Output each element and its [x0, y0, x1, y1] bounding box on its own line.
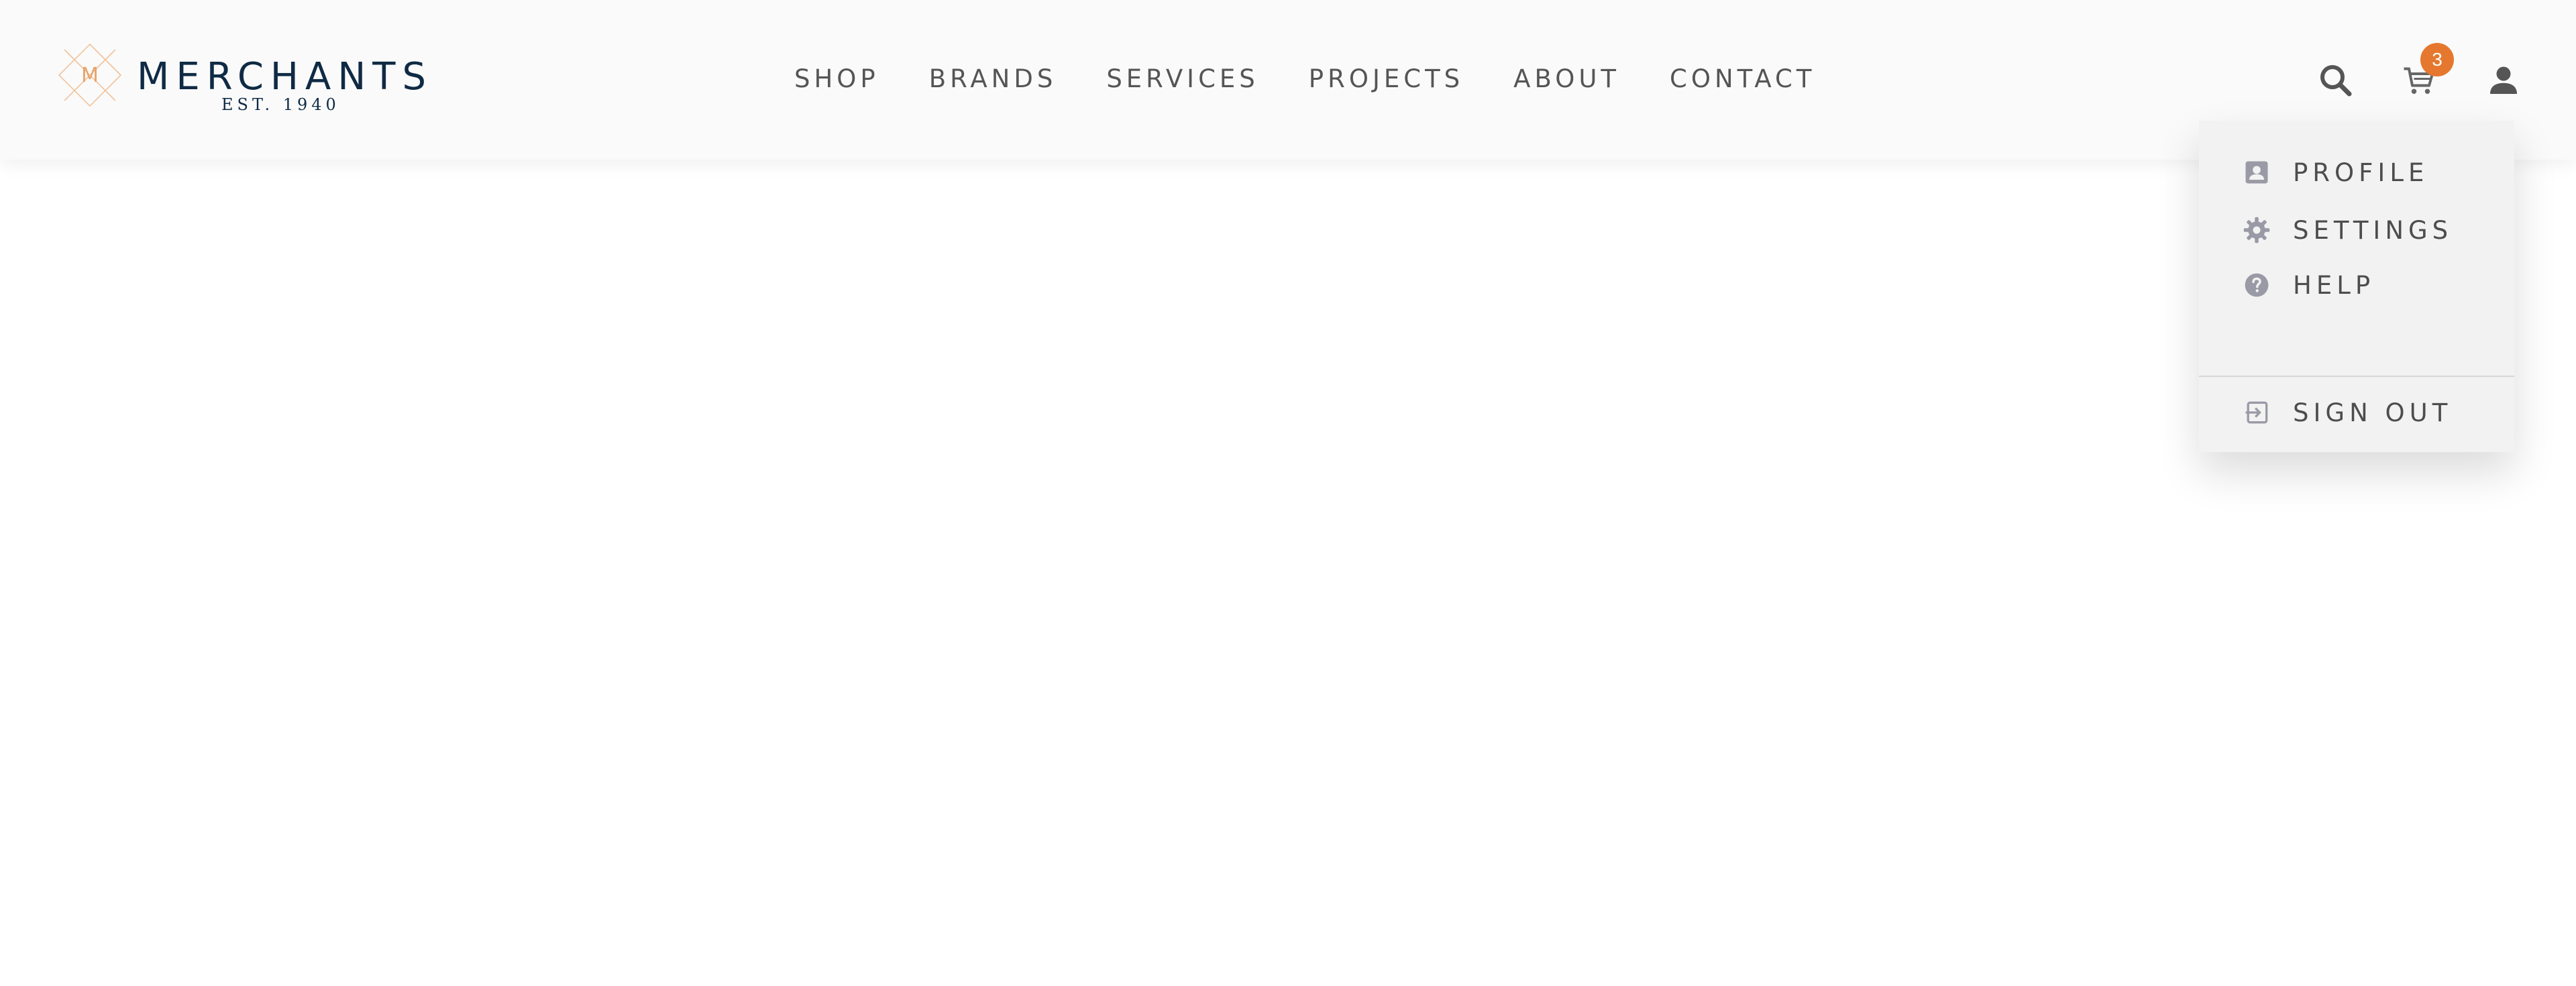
nav-item-contact[interactable]: CONTACT: [1670, 64, 1815, 98]
gear-icon: [2243, 217, 2270, 243]
cart-count-badge: 3: [2420, 43, 2454, 76]
nav-item-shop[interactable]: SHOP: [794, 64, 879, 98]
brand-name: MERCHANTS: [137, 55, 433, 99]
menu-label-profile: PROFILE: [2293, 158, 2429, 187]
sign-out-icon: [2245, 401, 2268, 424]
menu-label-settings: SETTINGS: [2293, 215, 2453, 245]
user-dropdown-menu: PROFILE SETTINGS HELP SIGN OUT: [2199, 121, 2514, 452]
menu-label-sign-out: SIGN OUT: [2293, 398, 2453, 427]
help-icon: [2245, 273, 2269, 297]
menu-label-help: HELP: [2293, 270, 2375, 300]
main-nav: SHOP BRANDS SERVICES PROJECTS ABOUT CONT…: [794, 64, 1865, 98]
menu-item-help[interactable]: HELP: [2242, 268, 2375, 302]
nav-item-brands[interactable]: BRANDS: [929, 64, 1057, 98]
profile-icon: [2245, 161, 2268, 184]
search-button[interactable]: [2316, 60, 2356, 101]
search-icon: [2320, 65, 2352, 97]
nav-item-about[interactable]: ABOUT: [1513, 64, 1620, 98]
logo-monogram: M: [81, 64, 99, 87]
nav-item-services[interactable]: SERVICES: [1106, 64, 1258, 98]
site-header: M MERCHANTS EST. 1940 SHOP BRANDS SERVIC…: [0, 0, 2576, 160]
menu-item-settings[interactable]: SETTINGS: [2242, 213, 2453, 247]
menu-divider: [2199, 376, 2514, 377]
user-icon: [2490, 66, 2517, 94]
menu-item-profile[interactable]: PROFILE: [2242, 156, 2428, 189]
brand-logo[interactable]: M MERCHANTS EST. 1940: [56, 42, 426, 115]
account-button[interactable]: [2483, 60, 2524, 101]
logo-diamond-icon: M: [58, 43, 122, 107]
brand-established: EST. 1940: [221, 95, 340, 114]
nav-item-projects[interactable]: PROJECTS: [1309, 64, 1464, 98]
menu-item-sign-out[interactable]: SIGN OUT: [2242, 396, 2452, 429]
